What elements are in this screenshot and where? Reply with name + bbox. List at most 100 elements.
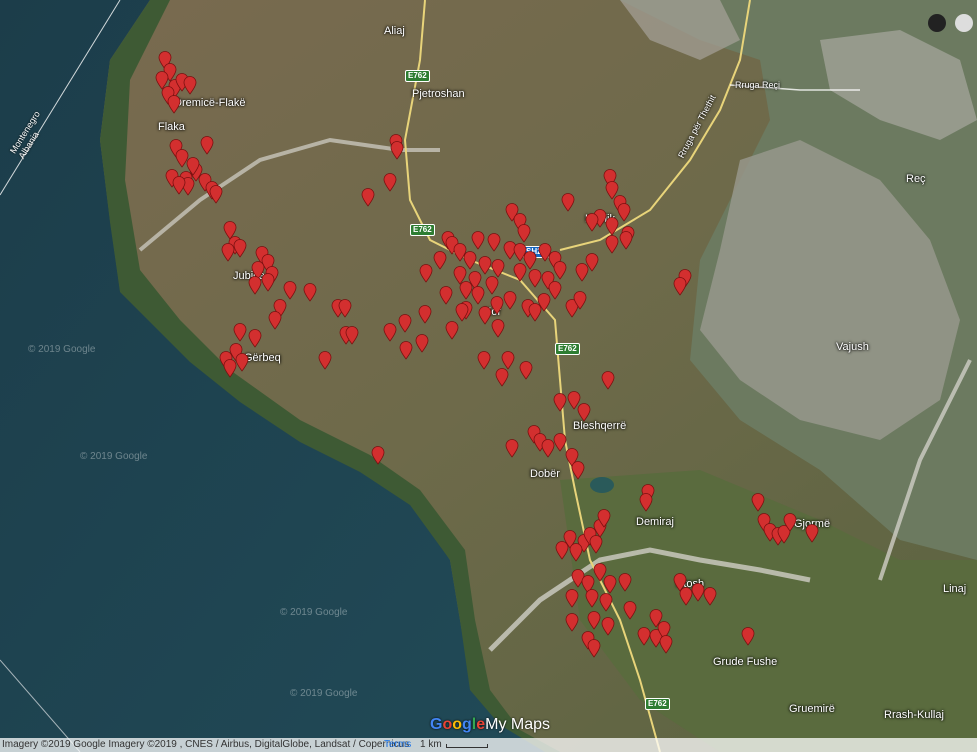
map-marker[interactable] bbox=[649, 609, 663, 628]
map-marker[interactable] bbox=[172, 176, 186, 195]
map-marker[interactable] bbox=[455, 303, 469, 322]
map-marker[interactable] bbox=[565, 613, 579, 632]
place-label-gerbeq: Gërbeq bbox=[244, 352, 281, 364]
map-marker[interactable] bbox=[478, 306, 492, 325]
map-marker[interactable] bbox=[490, 296, 504, 315]
map-marker[interactable] bbox=[223, 359, 237, 378]
map-marker[interactable] bbox=[603, 575, 617, 594]
map-marker[interactable] bbox=[505, 439, 519, 458]
map-marker[interactable] bbox=[623, 601, 637, 620]
map-marker[interactable] bbox=[398, 314, 412, 333]
map-marker[interactable] bbox=[555, 541, 569, 560]
place-label-dremce: Dremicë-Flakë bbox=[174, 97, 246, 109]
map-marker[interactable] bbox=[418, 305, 432, 324]
map-marker[interactable] bbox=[585, 589, 599, 608]
map-marker[interactable] bbox=[659, 635, 673, 654]
satellite-map[interactable] bbox=[0, 0, 977, 752]
map-marker[interactable] bbox=[805, 524, 819, 543]
logo-google-text: Google bbox=[430, 716, 486, 733]
map-marker[interactable] bbox=[783, 513, 797, 532]
map-marker[interactable] bbox=[639, 493, 653, 512]
map-marker[interactable] bbox=[345, 326, 359, 345]
map-marker[interactable] bbox=[485, 276, 499, 295]
map-marker[interactable] bbox=[495, 368, 509, 387]
map-marker[interactable] bbox=[585, 253, 599, 272]
map-marker[interactable] bbox=[303, 283, 317, 302]
map-marker[interactable] bbox=[571, 461, 585, 480]
map-marker[interactable] bbox=[553, 393, 567, 412]
map-marker[interactable] bbox=[601, 371, 615, 390]
map-marker[interactable] bbox=[419, 264, 433, 283]
map-marker[interactable] bbox=[703, 587, 717, 606]
map-marker[interactable] bbox=[619, 231, 633, 250]
map-marker[interactable] bbox=[548, 281, 562, 300]
map-marker[interactable] bbox=[569, 543, 583, 562]
map-marker[interactable] bbox=[415, 334, 429, 353]
map-marker[interactable] bbox=[445, 321, 459, 340]
map-marker[interactable] bbox=[261, 273, 275, 292]
map-marker[interactable] bbox=[283, 281, 297, 300]
map-marker[interactable] bbox=[587, 639, 601, 658]
map-marker[interactable] bbox=[248, 329, 262, 348]
map-marker[interactable] bbox=[471, 231, 485, 250]
map-marker[interactable] bbox=[577, 403, 591, 422]
map-marker[interactable] bbox=[605, 235, 619, 254]
place-label-grude-fushe: Grude Fushe bbox=[713, 656, 778, 668]
terms-link[interactable]: Terms bbox=[384, 739, 411, 750]
map-marker[interactable] bbox=[318, 351, 332, 370]
watermark: © 2019 Google bbox=[28, 344, 96, 355]
map-marker[interactable] bbox=[233, 239, 247, 258]
map-marker[interactable] bbox=[167, 95, 181, 114]
map-marker[interactable] bbox=[573, 291, 587, 310]
place-label-rec: Reç bbox=[906, 173, 926, 185]
map-marker[interactable] bbox=[186, 157, 200, 176]
map-marker[interactable] bbox=[383, 173, 397, 192]
map-marker[interactable] bbox=[248, 276, 262, 295]
map-marker[interactable] bbox=[383, 323, 397, 342]
map-marker[interactable] bbox=[361, 188, 375, 207]
map-marker[interactable] bbox=[597, 509, 611, 528]
map-marker[interactable] bbox=[433, 251, 447, 270]
map-marker[interactable] bbox=[553, 261, 567, 280]
map-marker[interactable] bbox=[233, 323, 247, 342]
map-marker[interactable] bbox=[561, 193, 575, 212]
map-marker[interactable] bbox=[399, 341, 413, 360]
map-marker[interactable] bbox=[541, 439, 555, 458]
map-marker[interactable] bbox=[439, 286, 453, 305]
account-icon[interactable] bbox=[928, 14, 946, 32]
map-marker[interactable] bbox=[751, 493, 765, 512]
map-marker[interactable] bbox=[589, 535, 603, 554]
map-marker[interactable] bbox=[528, 269, 542, 288]
map-marker[interactable] bbox=[371, 446, 385, 465]
map-marker[interactable] bbox=[268, 311, 282, 330]
map-marker[interactable] bbox=[618, 573, 632, 592]
map-marker[interactable] bbox=[390, 141, 404, 160]
map-marker[interactable] bbox=[513, 263, 527, 282]
map-marker[interactable] bbox=[585, 213, 599, 232]
map-marker[interactable] bbox=[565, 589, 579, 608]
copyright-text: Imagery ©2019 Google Imagery ©2019 , CNE… bbox=[2, 739, 410, 750]
map-marker[interactable] bbox=[338, 299, 352, 318]
map-marker[interactable] bbox=[617, 203, 631, 222]
map-marker[interactable] bbox=[599, 593, 613, 612]
map-marker[interactable] bbox=[587, 611, 601, 630]
app-icon[interactable] bbox=[955, 14, 973, 32]
map-marker[interactable] bbox=[519, 361, 533, 380]
map-marker[interactable] bbox=[235, 353, 249, 372]
map-marker[interactable] bbox=[601, 617, 615, 636]
map-marker[interactable] bbox=[517, 224, 531, 243]
map-marker[interactable] bbox=[528, 303, 542, 322]
map-marker[interactable] bbox=[487, 233, 501, 252]
map-marker[interactable] bbox=[200, 136, 214, 155]
map-marker[interactable] bbox=[209, 185, 223, 204]
map-marker[interactable] bbox=[503, 291, 517, 310]
map-marker[interactable] bbox=[183, 76, 197, 95]
map-marker[interactable] bbox=[491, 319, 505, 338]
place-label-demiraj: Demiraj bbox=[636, 516, 674, 528]
place-label-linaj: Linaj bbox=[943, 583, 967, 595]
map-marker[interactable] bbox=[477, 351, 491, 370]
map-marker[interactable] bbox=[471, 286, 485, 305]
map-marker[interactable] bbox=[673, 277, 687, 296]
road-shield-e762: E762 bbox=[405, 70, 430, 82]
map-marker[interactable] bbox=[741, 627, 755, 646]
